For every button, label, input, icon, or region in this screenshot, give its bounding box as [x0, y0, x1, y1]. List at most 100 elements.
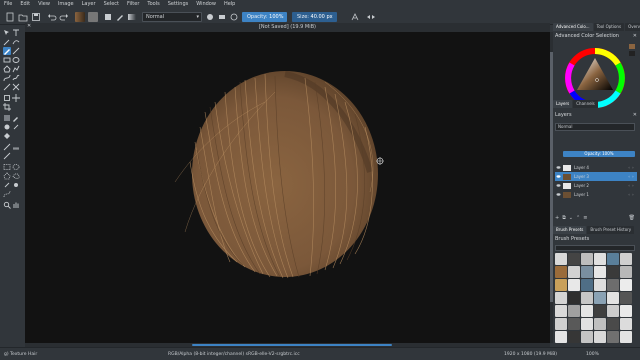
brush-preset[interactable] — [581, 305, 593, 317]
brush-preset[interactable] — [581, 279, 593, 291]
brush-preset[interactable] — [568, 253, 580, 265]
close-icon[interactable]: ✕ — [27, 23, 31, 29]
menu-image[interactable]: Image — [58, 0, 74, 9]
tab-brush-preset-history[interactable]: Brush Preset History — [587, 226, 635, 234]
brush-preset[interactable] — [555, 253, 567, 265]
brush-preset[interactable] — [555, 318, 567, 330]
delete-layer-icon[interactable]: 🗑 — [629, 215, 635, 223]
opacity-slider[interactable]: Opacity: 100% — [242, 12, 287, 22]
layer-row[interactable]: Layer 4 ◦ ◦ — [555, 163, 637, 172]
menu-tools[interactable]: Tools — [147, 0, 159, 9]
rectangle-tool-icon[interactable] — [3, 56, 11, 64]
size-slider[interactable]: Size: 40.00 px — [292, 12, 337, 22]
brush-preset[interactable] — [620, 279, 632, 291]
measure-tool-icon[interactable] — [12, 143, 20, 151]
brush-preset[interactable] — [594, 266, 606, 278]
brush-preset[interactable] — [620, 266, 632, 278]
zoom-tool-icon[interactable] — [3, 201, 11, 209]
brush-preset[interactable] — [568, 279, 580, 291]
brush-preset[interactable] — [568, 292, 580, 304]
fill-icon[interactable] — [103, 12, 113, 22]
menu-view[interactable]: View — [38, 0, 50, 9]
menu-edit[interactable]: Edit — [20, 0, 30, 9]
preserve-alpha-icon[interactable] — [229, 12, 239, 22]
brush-preset[interactable] — [568, 331, 580, 343]
contiguous-select-icon[interactable] — [3, 181, 11, 189]
add-layer-icon[interactable]: + — [555, 215, 559, 223]
edit-shapes-icon[interactable] — [3, 38, 11, 46]
close-icon[interactable]: ✕ — [633, 112, 637, 118]
tab-channels[interactable]: Channels — [573, 100, 598, 108]
tab-layers[interactable]: Layers — [553, 100, 573, 108]
menu-select[interactable]: Select — [104, 0, 119, 9]
gradient-icon[interactable] — [127, 12, 137, 22]
freehand-path-icon[interactable] — [12, 74, 20, 82]
crop-tool-icon[interactable] — [3, 103, 11, 111]
select-shapes-icon[interactable] — [3, 29, 11, 37]
brush-preset[interactable] — [620, 253, 632, 265]
brush-preset[interactable] — [620, 305, 632, 317]
brush-preset[interactable] — [607, 292, 619, 304]
brush-preset[interactable] — [581, 292, 593, 304]
colorize-mask-icon[interactable] — [3, 123, 11, 131]
visibility-eye-icon[interactable] — [556, 174, 561, 179]
foreground-color-swatch[interactable] — [75, 12, 85, 22]
brush-preset[interactable] — [594, 318, 606, 330]
brush-preset[interactable] — [581, 253, 593, 265]
menu-file[interactable]: File — [4, 0, 12, 9]
color-selector[interactable] — [553, 40, 640, 120]
close-icon[interactable]: ✕ — [633, 33, 637, 39]
brush-preset[interactable] — [607, 266, 619, 278]
undo-icon[interactable] — [47, 12, 57, 22]
brush-preset[interactable] — [594, 305, 606, 317]
brush-preset[interactable] — [607, 318, 619, 330]
brush-preset[interactable] — [555, 266, 567, 278]
brush-preset[interactable] — [594, 253, 606, 265]
multibrush-icon[interactable] — [12, 83, 20, 91]
menu-layer[interactable]: Layer — [82, 0, 96, 9]
brush-preset[interactable] — [594, 331, 606, 343]
layer-lock-icon[interactable]: ◦ ◦ — [628, 174, 634, 179]
layer-row-active[interactable]: Layer 3 ◦ ◦ — [555, 172, 637, 181]
layer-lock-icon[interactable]: ◦ ◦ — [628, 192, 634, 197]
visibility-eye-icon[interactable] — [556, 192, 561, 197]
visibility-eye-icon[interactable] — [556, 183, 561, 188]
canvas-tab-title[interactable]: [Not Saved] (19.9 MiB) — [25, 23, 550, 32]
brush-preset[interactable] — [620, 318, 632, 330]
freehand-select-icon[interactable] — [12, 172, 20, 180]
blend-mode-select[interactable]: Normal ▾ — [142, 12, 202, 22]
polyline-tool-icon[interactable] — [12, 65, 20, 73]
brush-preset[interactable] — [555, 279, 567, 291]
move-layer-up-icon[interactable]: ⌃ — [576, 215, 580, 223]
menu-filter[interactable]: Filter — [127, 0, 139, 9]
brush-preset[interactable] — [568, 266, 580, 278]
save-icon[interactable] — [31, 12, 41, 22]
menu-window[interactable]: Window — [196, 0, 216, 9]
gradient-tool-icon[interactable] — [3, 114, 11, 122]
move-tool-icon[interactable] — [12, 94, 20, 102]
bezier-select-icon[interactable] — [3, 190, 11, 198]
brush-preset[interactable] — [620, 292, 632, 304]
line-tool-icon[interactable] — [12, 47, 20, 55]
menu-settings[interactable]: Settings — [168, 0, 189, 9]
brush-preset[interactable] — [555, 331, 567, 343]
reference-images-icon[interactable] — [3, 152, 11, 160]
tab-tool-options[interactable]: Tool Options — [593, 23, 625, 31]
move-layer-down-icon[interactable]: ⌄ — [569, 215, 573, 223]
brush-preset[interactable] — [607, 331, 619, 343]
reload-preset-icon[interactable] — [205, 12, 215, 22]
rect-select-icon[interactable] — [3, 163, 11, 171]
similar-select-icon[interactable] — [12, 181, 20, 189]
color-picker-icon[interactable] — [12, 114, 20, 122]
brush-preset[interactable] — [607, 305, 619, 317]
visibility-eye-icon[interactable] — [556, 165, 561, 170]
layer-opacity-slider[interactable]: Opacity: 100% — [563, 151, 635, 157]
redo-icon[interactable] — [59, 12, 69, 22]
layer-blend-select[interactable]: Normal — [555, 123, 635, 131]
layer-properties-icon[interactable]: ≡ — [583, 215, 587, 223]
brush-preset[interactable] — [581, 331, 593, 343]
pan-tool-icon[interactable] — [12, 201, 20, 209]
layer-row[interactable]: Layer 2 ◦ ◦ — [555, 181, 637, 190]
brush-preset[interactable] — [568, 305, 580, 317]
layer-lock-icon[interactable]: ◦ ◦ — [628, 165, 634, 170]
